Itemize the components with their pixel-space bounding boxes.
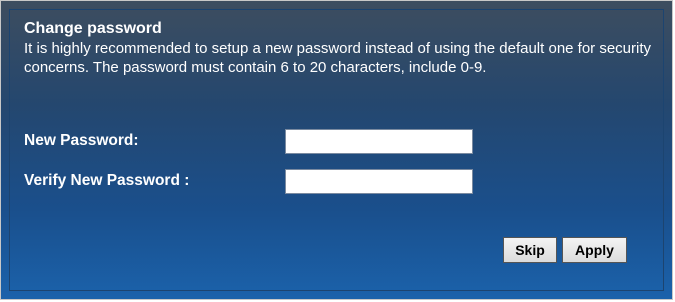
verify-password-field[interactable] <box>285 169 473 194</box>
dialog-title: Change password <box>24 20 162 37</box>
change-password-panel: Change password It is highly recommended… <box>0 0 673 300</box>
dialog-description: It is highly recommended to setup a new … <box>24 40 652 76</box>
skip-button[interactable]: Skip <box>503 237 557 263</box>
new-password-field[interactable] <box>285 129 473 154</box>
verify-password-label: Verify New Password : <box>24 172 190 189</box>
new-password-label: New Password: <box>24 132 139 149</box>
apply-button[interactable]: Apply <box>562 237 627 263</box>
